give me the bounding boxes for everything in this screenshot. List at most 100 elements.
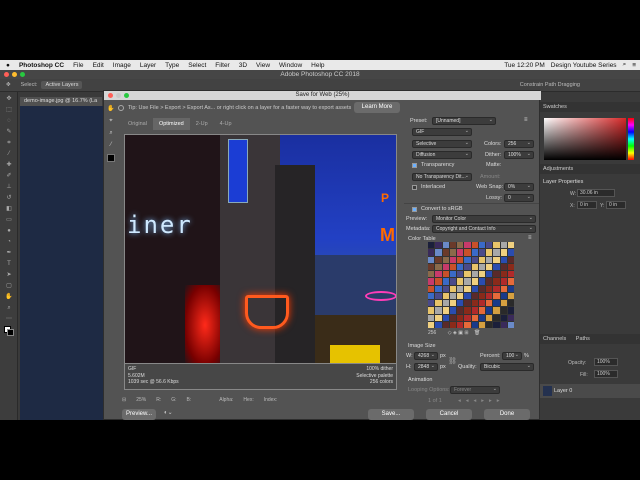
palette-swatch[interactable] — [435, 263, 442, 270]
menu-image[interactable]: Image — [113, 62, 131, 69]
history-brush-icon[interactable]: ↺ — [4, 194, 14, 202]
palette-swatch[interactable] — [449, 249, 456, 256]
palette-swatch[interactable] — [442, 278, 449, 285]
menu-select[interactable]: Select — [188, 62, 206, 69]
palette-swatch[interactable] — [486, 249, 493, 256]
eraser-tool-icon[interactable]: ◧ — [4, 205, 14, 213]
palette-swatch[interactable] — [449, 314, 456, 321]
palette-swatch[interactable] — [478, 242, 485, 249]
palette-swatch[interactable] — [428, 314, 435, 321]
menu-window[interactable]: Window — [279, 62, 302, 69]
tab-2-up[interactable]: 2-Up — [190, 118, 214, 130]
zoom-tool-icon[interactable]: ⌕ — [4, 304, 14, 312]
palette-swatch[interactable] — [449, 271, 456, 278]
zoom-window-button[interactable] — [20, 72, 25, 77]
palette-swatch[interactable] — [464, 278, 471, 285]
swatches-panel-tab[interactable]: Swatches — [540, 102, 640, 112]
palette-swatch[interactable] — [435, 292, 442, 299]
color-table[interactable] — [428, 242, 514, 328]
palette-swatch[interactable] — [442, 249, 449, 256]
dodge-tool-icon[interactable]: ◔ — [4, 238, 14, 246]
hue-slider[interactable] — [628, 118, 634, 160]
palette-swatch[interactable] — [435, 307, 442, 314]
colors-dropdown[interactable]: 256 — [504, 140, 534, 148]
link-icon[interactable]: ⛓ — [448, 357, 457, 365]
palette-swatch[interactable] — [486, 256, 493, 263]
palette-swatch[interactable] — [507, 321, 514, 328]
optimized-preview-image[interactable]: iner P M — [124, 134, 397, 364]
quick-select-tool-icon[interactable]: ✎ — [4, 128, 14, 136]
palette-swatch[interactable] — [478, 249, 485, 256]
animation-controls[interactable]: ◂◂◂▸▸▸ — [458, 398, 505, 404]
path-select-icon[interactable]: ➤ — [4, 271, 14, 279]
palette-swatch[interactable] — [435, 321, 442, 328]
palette-swatch[interactable] — [471, 263, 478, 270]
learn-more-button[interactable]: Learn More — [354, 102, 400, 113]
palette-swatch[interactable] — [435, 249, 442, 256]
gradient-tool-icon[interactable]: ▭ — [4, 216, 14, 224]
palette-swatch[interactable] — [486, 292, 493, 299]
adjustments-panel-tab[interactable]: Adjustments — [540, 164, 640, 174]
palette-swatch[interactable] — [493, 300, 500, 307]
palette-swatch[interactable] — [478, 314, 485, 321]
palette-swatch[interactable] — [500, 263, 507, 270]
palette-swatch[interactable] — [493, 278, 500, 285]
map-color-icon[interactable]: ◇ — [448, 330, 452, 336]
tab-original[interactable]: Original — [122, 118, 153, 130]
preview-button[interactable]: Preview... — [122, 409, 156, 420]
lock-color-icon[interactable]: ▣ — [458, 330, 463, 336]
palette-swatch[interactable] — [507, 314, 514, 321]
palette-swatch[interactable] — [471, 256, 478, 263]
metadata-dropdown[interactable]: Copyright and Contact Info — [432, 225, 536, 233]
palette-swatch[interactable] — [486, 300, 493, 307]
palette-swatch[interactable] — [457, 300, 464, 307]
color-table-menu-icon[interactable]: ≡ — [528, 235, 532, 241]
palette-swatch[interactable] — [442, 256, 449, 263]
account-name[interactable]: Design Youtube Series — [551, 62, 617, 69]
color-reduction-dropdown[interactable]: Selective — [412, 140, 472, 148]
palette-swatch[interactable] — [449, 292, 456, 299]
palette-swatch[interactable] — [428, 307, 435, 314]
menu-help[interactable]: Help — [311, 62, 324, 69]
palette-swatch[interactable] — [449, 242, 456, 249]
palette-swatch[interactable] — [449, 321, 456, 328]
dialog-zoom-button[interactable] — [124, 93, 129, 98]
palette-swatch[interactable] — [428, 263, 435, 270]
interlaced-checkbox[interactable] — [412, 185, 417, 190]
palette-swatch[interactable] — [457, 263, 464, 270]
palette-swatch[interactable] — [457, 285, 464, 292]
web-snap-field[interactable]: 0% — [504, 183, 534, 191]
palette-swatch[interactable] — [493, 321, 500, 328]
palette-swatch[interactable] — [486, 321, 493, 328]
palette-swatch[interactable] — [471, 307, 478, 314]
palette-swatch[interactable] — [471, 278, 478, 285]
palette-swatch[interactable] — [428, 242, 435, 249]
x-field[interactable]: 0 in — [577, 201, 597, 209]
palette-swatch[interactable] — [493, 242, 500, 249]
quality-dropdown[interactable]: Bicubic — [480, 363, 534, 371]
preview-dropdown[interactable]: Monitor Color — [432, 215, 536, 223]
select-dropdown[interactable]: Active Layers — [41, 81, 83, 89]
convert-srgb-checkbox[interactable] — [412, 207, 417, 212]
palette-swatch[interactable] — [464, 242, 471, 249]
palette-swatch[interactable] — [457, 242, 464, 249]
palette-swatch[interactable] — [500, 314, 507, 321]
transparency-checkbox[interactable] — [412, 163, 417, 168]
palette-swatch[interactable] — [457, 256, 464, 263]
apple-icon[interactable]: ● — [6, 62, 10, 69]
hand-tool-icon[interactable]: ✋ — [4, 293, 14, 301]
more-tools-icon[interactable]: ⋯ — [4, 315, 14, 323]
move-tool-icon[interactable]: ✥ — [6, 82, 11, 88]
menu-layer[interactable]: Layer — [140, 62, 156, 69]
palette-swatch[interactable] — [507, 249, 514, 256]
palette-swatch[interactable] — [500, 300, 507, 307]
palette-swatch[interactable] — [493, 292, 500, 299]
palette-swatch[interactable] — [435, 285, 442, 292]
close-window-button[interactable] — [4, 72, 9, 77]
palette-swatch[interactable] — [478, 278, 485, 285]
move-tool-icon[interactable]: ✥ — [4, 95, 14, 103]
opacity-field[interactable]: 100% — [594, 358, 618, 366]
layer-row[interactable]: Layer 0 — [540, 384, 640, 398]
palette-swatch[interactable] — [507, 278, 514, 285]
palette-swatch[interactable] — [471, 314, 478, 321]
